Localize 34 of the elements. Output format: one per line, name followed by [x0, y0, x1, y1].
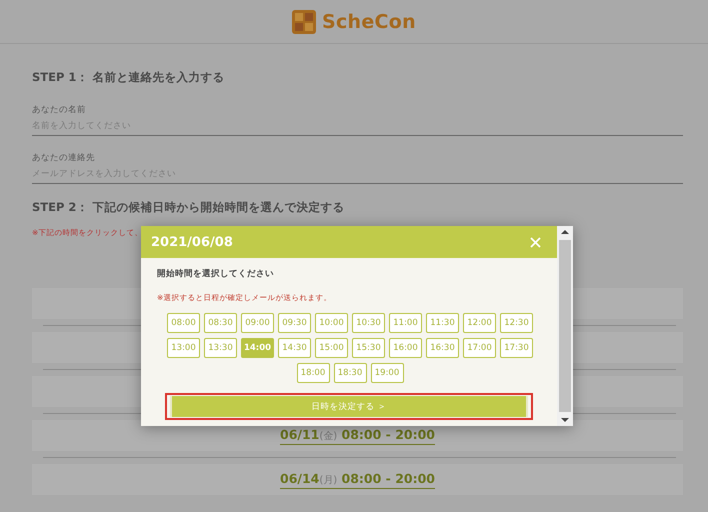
time-button[interactable]: 08:30: [204, 313, 237, 333]
time-button[interactable]: 11:30: [426, 313, 459, 333]
time-button[interactable]: 15:00: [315, 338, 348, 358]
logo-text: ScheCon: [322, 10, 416, 32]
time-button[interactable]: 18:30: [334, 363, 366, 383]
time-button[interactable]: 10:30: [352, 313, 385, 333]
time-button[interactable]: 09:00: [241, 313, 274, 333]
time-button[interactable]: 15:30: [352, 338, 385, 358]
time-button[interactable]: 10:00: [315, 313, 348, 333]
time-button[interactable]: 11:00: [389, 313, 422, 333]
time-button[interactable]: 13:30: [204, 338, 237, 358]
prompt-text: 開始時間を選択してください: [157, 268, 275, 280]
time-button[interactable]: 13:00: [167, 338, 200, 358]
time-button[interactable]: 17:30: [500, 338, 533, 358]
time-button[interactable]: 16:30: [426, 338, 459, 358]
time-button[interactable]: 08:00: [167, 313, 200, 333]
date-link[interactable]: 06/14(月) 08:00 - 20:00: [280, 470, 435, 488]
time-button[interactable]: 09:30: [278, 313, 311, 333]
time-button[interactable]: 18:00: [296, 363, 330, 383]
confirm-button[interactable]: 日時を決定する ＞: [170, 396, 528, 417]
field-label: あなたの名前: [32, 104, 86, 116]
time-button[interactable]: 19:00: [370, 363, 404, 383]
scrollbar[interactable]: [557, 226, 573, 426]
time-button[interactable]: 14:00: [241, 338, 274, 358]
time-button[interactable]: 14:30: [278, 338, 311, 358]
time-button[interactable]: 12:30: [500, 313, 533, 333]
modal-title: 2021/06/08: [151, 234, 233, 250]
step-heading: STEP 2： 下記の候補日時から開始時間を選んで決定する: [32, 200, 346, 214]
logo-icon: [292, 10, 316, 34]
time-button[interactable]: 12:00: [463, 313, 496, 333]
step-heading: STEP 1： 名前と連絡先を入力する: [32, 70, 226, 84]
time-button[interactable]: 17:00: [463, 338, 496, 358]
time-button[interactable]: 16:00: [389, 338, 422, 358]
field-label: あなたの連絡先: [32, 152, 95, 164]
